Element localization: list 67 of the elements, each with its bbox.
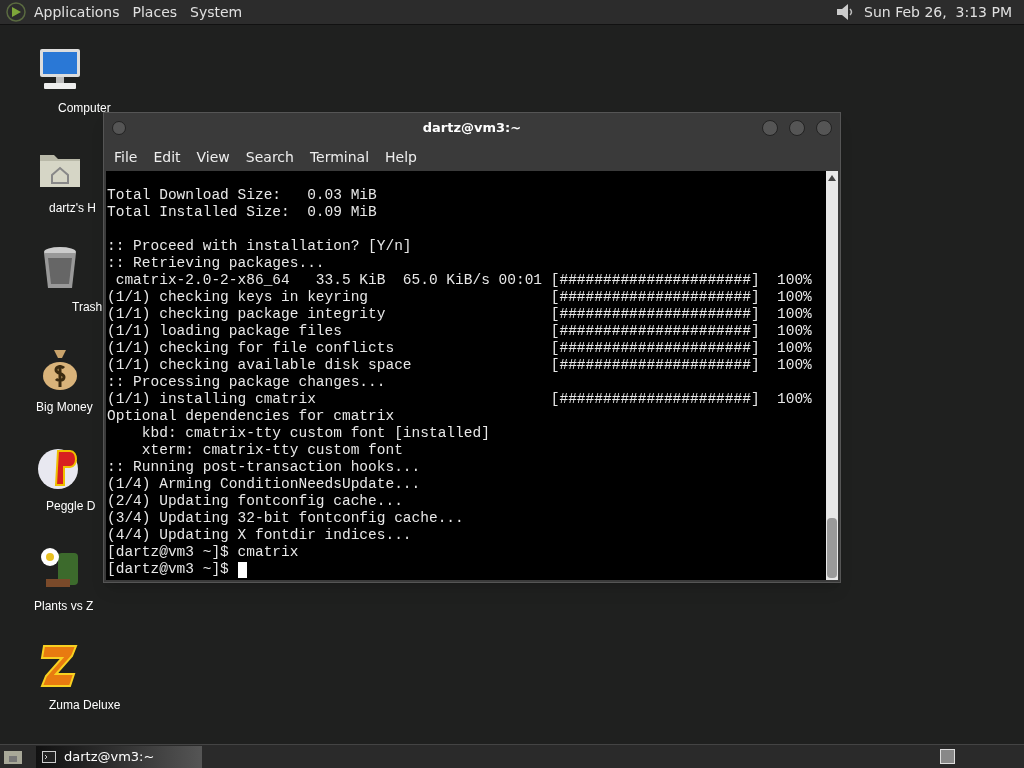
- progress-bar-text: [######################]: [550, 357, 760, 374]
- minimize-button[interactable]: [762, 120, 778, 136]
- percent-text: 100%: [777, 391, 812, 408]
- terminal-line: Total Download Size: 0.03 MiB: [107, 187, 377, 204]
- progress-bar-text: [######################]: [550, 391, 760, 408]
- terminal-line: Total Installed Size: 0.09 MiB: [107, 204, 377, 221]
- terminal-line: Optional dependencies for cmatrix: [107, 408, 395, 425]
- terminal-line: (1/1) checking package integrity: [107, 306, 387, 323]
- menu-item[interactable]: Search: [239, 146, 300, 168]
- percent-text: 100%: [777, 357, 812, 374]
- workspace-switcher[interactable]: [940, 749, 955, 764]
- desktop-icon-label[interactable]: Trash: [72, 298, 103, 316]
- desktop-icon-label[interactable]: Computer: [58, 99, 111, 117]
- terminal-line: (1/4) Arming ConditionNeedsUpdate...: [107, 476, 421, 493]
- terminal-line: xterm: cmatrix-tty custom font: [140, 442, 403, 459]
- menu-item[interactable]: View: [190, 146, 236, 168]
- terminal-line: :: Processing package changes...: [107, 374, 386, 391]
- progress-bar-text: [######################]: [550, 340, 760, 357]
- percent-text: 100%: [777, 272, 812, 289]
- taskbar-task[interactable]: dartz@vm3:~: [36, 745, 202, 768]
- desktop-icon-label[interactable]: Plants vs Z: [34, 596, 94, 615]
- terminal-line: (1/1) installing cmatrix: [107, 391, 317, 408]
- percent-text: 100%: [777, 340, 812, 357]
- terminal-line: kbd: cmatrix-tty custom font [installed]: [140, 425, 490, 442]
- window-menu-button[interactable]: [112, 121, 126, 135]
- scroll-up-icon[interactable]: [828, 174, 836, 182]
- menu-item[interactable]: Help: [379, 146, 423, 168]
- terminal-line: cmatrix-2.0-2-x86_64 33.5 KiB 65.0 KiB/s 00:01: [114, 272, 544, 289]
- progress-bar-text: [######################]: [550, 323, 760, 340]
- close-button[interactable]: [816, 120, 832, 136]
- terminal-line: (4/4) Updating X fontdir indices...: [107, 527, 412, 544]
- panel-menu[interactable]: Applications: [34, 1, 120, 23]
- terminal-icon: [42, 750, 56, 763]
- progress-bar-text: [######################]: [550, 289, 760, 306]
- clock[interactable]: Sun Feb 26, 3:13 PM: [864, 1, 1012, 23]
- terminal-line: (1/1) checking for file conflicts: [107, 340, 396, 357]
- terminal-line: (1/1) checking keys in keyring: [107, 289, 370, 306]
- percent-text: 100%: [777, 289, 812, 306]
- window-title: dartz@vm3:~: [422, 119, 522, 138]
- progress-bar-text: [######################]: [550, 272, 760, 289]
- terminal-line: (1/1) checking available disk space: [107, 357, 413, 374]
- terminal-line: :: Running post-transaction hooks...: [107, 459, 421, 476]
- desktop-icon-label[interactable]: Zuma Deluxe: [49, 696, 121, 714]
- menu-item[interactable]: Terminal: [303, 146, 376, 168]
- scrollbar[interactable]: [826, 171, 838, 580]
- scroll-thumb[interactable]: [827, 518, 837, 578]
- terminal-line: [dartz@vm3 ~]$ cmatrix: [107, 544, 299, 561]
- desktop-icon-label[interactable]: dartz's H: [49, 198, 96, 217]
- cursor: [237, 561, 247, 578]
- prompt-text: [dartz@vm3 ~]$: [107, 561, 230, 578]
- percent-text: 100%: [777, 306, 812, 323]
- panel-menu[interactable]: Places: [132, 1, 178, 23]
- logo-icon: [6, 2, 26, 22]
- menu-item[interactable]: Edit: [147, 146, 187, 168]
- desktop-icon-label[interactable]: Big Money: [36, 397, 93, 416]
- terminal-line: :: Proceed with installation? [Y/n]: [107, 238, 412, 255]
- maximize-button[interactable]: [789, 120, 805, 136]
- desktop-icon-label[interactable]: Peggle D: [46, 497, 96, 515]
- terminal-line: :: Retrieving packages...: [107, 255, 325, 272]
- show-desktop-icon[interactable]: [3, 748, 23, 765]
- menu-item[interactable]: File: [108, 146, 144, 168]
- terminal-line: (3/4) Updating 32-bit fontconfig cache...: [107, 510, 464, 527]
- terminal-line: (1/1) loading package files: [107, 323, 343, 340]
- progress-bar-text: [######################]: [550, 306, 760, 323]
- panel-menu[interactable]: System: [190, 1, 243, 23]
- percent-text: 100%: [777, 323, 812, 340]
- terminal-line: (2/4) Updating fontconfig cache...: [107, 493, 403, 510]
